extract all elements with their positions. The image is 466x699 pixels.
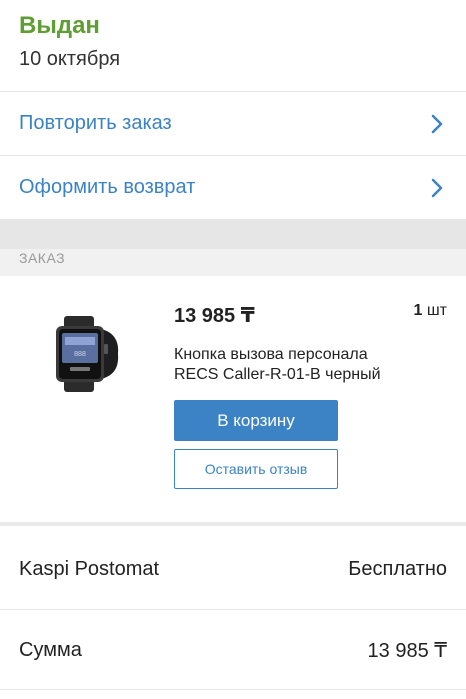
- section-title: ЗАКАЗ: [19, 250, 66, 266]
- repeat-order-label: Повторить заказ: [19, 112, 172, 134]
- chevron-right-icon: [431, 178, 443, 197]
- delivery-label: Kaspi Postomat: [19, 557, 160, 580]
- divider: [0, 689, 466, 690]
- leave-review-button[interactable]: Оставить отзыв: [174, 449, 338, 489]
- svg-text:888: 888: [74, 351, 86, 358]
- divider: [0, 609, 466, 610]
- item-quantity-unit: шт: [426, 302, 447, 319]
- item-quantity: 1 шт: [413, 302, 447, 320]
- total-value: 13 985 ₸: [367, 639, 447, 662]
- return-order-label: Оформить возврат: [19, 176, 196, 198]
- section-separator: [0, 219, 466, 249]
- item-price: 13 985 ₸: [174, 305, 255, 327]
- item-quantity-number: 1: [413, 302, 423, 319]
- return-order-row[interactable]: Оформить возврат: [0, 156, 466, 219]
- chevron-right-icon: [431, 114, 443, 133]
- item-name[interactable]: Кнопка вызова персонала RECS Caller-R-01…: [174, 345, 414, 385]
- delivery-row: Kaspi Postomat Бесплатно: [0, 539, 466, 599]
- smartwatch-image: 888: [56, 316, 119, 392]
- product-image[interactable]: 888: [50, 316, 122, 392]
- order-date: 10 октября: [19, 48, 121, 70]
- repeat-order-row[interactable]: Повторить заказ: [0, 92, 466, 155]
- section-divider: [0, 522, 466, 526]
- section-header: [0, 249, 466, 276]
- total-row: Сумма 13 985 ₸: [0, 620, 466, 680]
- total-label: Сумма: [19, 638, 82, 661]
- order-status: Выдан: [19, 12, 100, 39]
- delivery-value: Бесплатно: [348, 557, 447, 580]
- add-to-cart-button[interactable]: В корзину: [174, 400, 338, 441]
